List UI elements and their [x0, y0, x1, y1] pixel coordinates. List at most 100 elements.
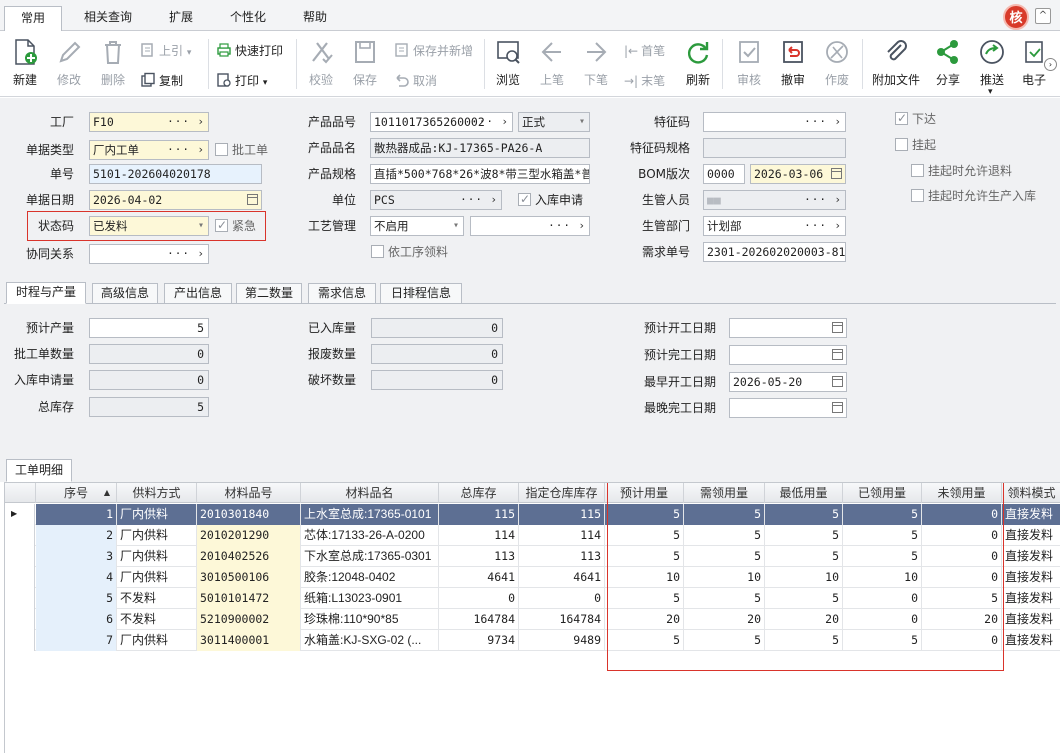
col-header-seq[interactable]: 序号 ▲ [36, 483, 117, 503]
instock-apply-checkbox[interactable]: 入库申请 [518, 190, 583, 209]
chevron-right-icon[interactable]: › [197, 113, 204, 131]
process-select[interactable]: 不启用 ▾ [370, 216, 464, 236]
cell-material-name[interactable]: 胶条:12048-0402 [301, 567, 439, 588]
doc-date-field[interactable]: 2026-04-02 [89, 190, 262, 210]
chevron-right-icon[interactable]: › [834, 217, 841, 235]
product-no-field[interactable]: 1011017365260002 ··· › [370, 112, 513, 132]
cancel-button[interactable]: 取消 [394, 71, 437, 91]
lookup-icon[interactable]: ··· [460, 191, 483, 209]
lookup-icon[interactable]: ··· [167, 113, 190, 131]
tab-demand-info[interactable]: 需求信息 [308, 283, 376, 304]
tab-extend[interactable]: 扩展 [152, 6, 210, 31]
last-record-button[interactable]: →| 末笔 [624, 71, 665, 91]
lookup-icon[interactable]: ··· [804, 113, 827, 131]
scrap-field[interactable]: 0 [371, 344, 503, 364]
save-and-new-button[interactable]: 保存并新增 [394, 41, 473, 61]
cell-total-stock[interactable]: 115 [439, 504, 519, 525]
unaudit-button[interactable]: 撤审 [771, 35, 815, 93]
cell-material-name[interactable]: 珍珠棉:110*90*85 [301, 609, 439, 630]
col-header-issue-mode[interactable]: 领料模式 [1002, 483, 1060, 503]
co-relation-field[interactable]: ··· › [89, 244, 209, 264]
col-header-total-stock[interactable]: 总库存 [439, 483, 519, 503]
unit-field[interactable]: PCS ··· › [370, 190, 502, 210]
quick-print-button[interactable]: 快速打印 [216, 41, 283, 61]
calendar-icon[interactable] [832, 376, 843, 387]
earliest-start-field[interactable]: 2026-05-20 [729, 372, 847, 392]
tab-daily-schedule[interactable]: 日排程信息 [380, 283, 462, 304]
col-header-material-code[interactable]: 材料品号 [197, 483, 301, 503]
cell-issue-mode[interactable]: 直接发料 [1002, 567, 1060, 588]
factory-field[interactable]: F10 ··· › [89, 112, 209, 132]
cell-material-code[interactable]: 5010101472 [197, 588, 301, 609]
share-button[interactable]: 分享 [926, 35, 970, 93]
collapse-ribbon-button[interactable]: ^ [1035, 8, 1051, 24]
cell-warehouse-stock[interactable]: 115 [519, 504, 605, 525]
instocked-field[interactable]: 0 [371, 318, 503, 338]
browse-button[interactable]: 浏览 [486, 35, 530, 93]
cell-material-code[interactable]: 2010301840 [197, 504, 301, 525]
cell-issue-mode[interactable]: 直接发料 [1002, 525, 1060, 546]
cell-material-code[interactable]: 2010201290 [197, 525, 301, 546]
cell-seq[interactable]: 4 [36, 567, 117, 588]
tab-schedule-output[interactable]: 时程与产量 [6, 282, 86, 304]
chevron-down-icon[interactable]: ▾ [453, 217, 459, 235]
cell-material-name[interactable]: 下水室总成:17365-0301 [301, 546, 439, 567]
row-selector[interactable] [5, 525, 35, 546]
cell-seq[interactable]: 2 [36, 525, 117, 546]
cell-material-code[interactable]: 3011400001 [197, 630, 301, 651]
calendar-icon[interactable] [832, 322, 843, 333]
chevron-right-icon[interactable]: › [490, 191, 497, 209]
cell-supply-mode[interactable]: 厂内供料 [117, 630, 197, 651]
cell-issue-mode[interactable]: 直接发料 [1002, 630, 1060, 651]
lookup-icon[interactable]: ··· [167, 141, 190, 159]
cell-supply-mode[interactable]: 不发料 [117, 588, 197, 609]
cell-issue-mode[interactable]: 直接发料 [1002, 504, 1060, 525]
cell-material-name[interactable]: 纸箱:L13023-0901 [301, 588, 439, 609]
cell-issue-mode[interactable]: 直接发料 [1002, 588, 1060, 609]
chevron-right-icon[interactable]: › [501, 113, 508, 131]
cell-total-stock[interactable]: 4641 [439, 567, 519, 588]
cell-material-name[interactable]: 芯体:17133-26-A-0200 [301, 525, 439, 546]
lookup-icon[interactable]: ··· [548, 217, 571, 235]
by-process-checkbox[interactable]: 依工序领料 [371, 243, 448, 261]
cell-supply-mode[interactable]: 厂内供料 [117, 546, 197, 567]
prev-reference-button[interactable]: 上引 ▾ [140, 41, 191, 61]
cell-supply-mode[interactable]: 厂内供料 [117, 567, 197, 588]
chevron-right-icon[interactable]: › [578, 217, 585, 235]
batch-qty-field[interactable]: 0 [89, 344, 209, 364]
lookup-icon[interactable]: ··· [167, 245, 190, 263]
chevron-right-icon[interactable]: › [197, 245, 204, 263]
feature-code-field[interactable]: ··· › [703, 112, 846, 132]
latest-end-field[interactable] [729, 398, 847, 418]
lookup-icon[interactable]: ··· [804, 191, 827, 209]
calendar-icon[interactable] [247, 194, 258, 205]
print-button[interactable]: 打印 ▾ [216, 71, 267, 91]
row-selector[interactable] [5, 546, 35, 567]
chevron-down-icon[interactable]: ▾ [579, 113, 585, 131]
delete-button[interactable]: 删除 [91, 35, 135, 93]
demand-no-field[interactable]: 2301-202602020003-81-1 [703, 242, 846, 262]
row-selector[interactable] [5, 630, 35, 651]
cell-seq[interactable]: 7 [36, 630, 117, 651]
cell-warehouse-stock[interactable]: 114 [519, 525, 605, 546]
calendar-icon[interactable] [832, 349, 843, 360]
void-button[interactable]: 作废 [815, 35, 859, 93]
issued-checkbox[interactable]: 下达 [895, 109, 936, 128]
cell-seq[interactable]: 5 [36, 588, 117, 609]
cell-supply-mode[interactable]: 厂内供料 [117, 504, 197, 525]
product-state-select[interactable]: 正式 ▾ [518, 112, 590, 132]
cell-warehouse-stock[interactable]: 113 [519, 546, 605, 567]
bom-date-field[interactable]: 2026-03-06 [750, 164, 846, 184]
lookup-icon[interactable]: ··· [804, 217, 827, 235]
cell-supply-mode[interactable]: 不发料 [117, 609, 197, 630]
plan-start-field[interactable] [729, 318, 847, 338]
chevron-right-icon[interactable]: › [1044, 58, 1057, 71]
verify-button[interactable]: 校验 [299, 35, 343, 93]
attach-file-button[interactable]: 附加文件 [868, 35, 924, 93]
next-record-button[interactable]: 下笔 [574, 35, 618, 93]
cell-supply-mode[interactable]: 厂内供料 [117, 525, 197, 546]
calendar-icon[interactable] [831, 168, 842, 179]
tab-advanced-info[interactable]: 高级信息 [92, 283, 158, 304]
cell-warehouse-stock[interactable]: 4641 [519, 567, 605, 588]
cell-material-code[interactable]: 5210900002 [197, 609, 301, 630]
